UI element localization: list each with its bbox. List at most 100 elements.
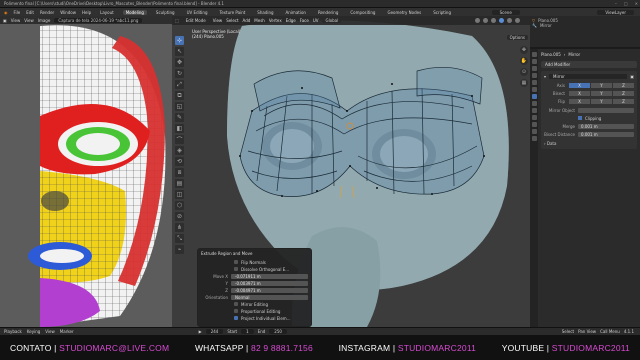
timeline-marker-menu[interactable]: Marker (60, 329, 74, 334)
orientation-selector[interactable]: Global (322, 18, 342, 23)
data-tab-icon[interactable] (531, 122, 537, 127)
menu-select[interactable]: Select (226, 18, 238, 23)
menu-edge[interactable]: Edge (286, 18, 296, 23)
image-menu-view[interactable]: View (11, 18, 21, 23)
scene-tab-icon[interactable] (531, 73, 537, 78)
merge-field[interactable]: 0.001 m (578, 123, 634, 129)
menu-help[interactable]: Help (82, 10, 91, 15)
current-frame-field[interactable]: 244 (205, 329, 224, 334)
dissolve-checkbox[interactable] (234, 267, 238, 271)
shrink-fatten-tool[interactable]: ⤡ (175, 234, 184, 243)
operator-panel[interactable]: Extrude Region and Move Flip Normals Dis… (197, 248, 312, 327)
menu-edit[interactable]: Edit (26, 10, 34, 15)
constraints-tab-icon[interactable] (531, 115, 537, 120)
tab-shading[interactable]: Shading (254, 10, 276, 15)
tab-geometry-nodes[interactable]: Geometry Nodes (384, 10, 424, 15)
rotate-tool[interactable]: ↻ (175, 69, 184, 78)
ortho-toggle-icon[interactable]: ▦ (520, 79, 528, 87)
tab-rendering[interactable]: Rendering (315, 10, 341, 15)
cursor-tool[interactable]: ↖ (175, 47, 184, 56)
editor-type-icon[interactable]: ▣ (3, 18, 7, 23)
scene-selector[interactable]: Scene (491, 9, 520, 15)
orientation-dropdown[interactable]: Normal (231, 294, 308, 300)
menu-face[interactable]: Face (300, 18, 309, 23)
axis-x-toggle[interactable]: X (569, 83, 590, 88)
world-tab-icon[interactable] (531, 80, 537, 85)
pan-view-icon[interactable]: ✋ (520, 57, 528, 65)
material-shading-icon[interactable] (507, 18, 512, 23)
viewport-editor-icon[interactable]: ⬚ (175, 18, 179, 23)
bisect-x-toggle[interactable]: X (569, 91, 590, 96)
menu-render[interactable]: Render (40, 10, 54, 15)
data-subpanel[interactable]: › Data (544, 141, 634, 146)
smooth-tool[interactable]: ⊘ (175, 212, 184, 221)
move-y-field[interactable]: -0.003971 m (231, 280, 308, 286)
close-button[interactable]: ✕ (635, 1, 638, 6)
camera-view-icon[interactable]: ⊙ (520, 68, 528, 76)
edge-slide-tool[interactable]: ⋔ (175, 223, 184, 232)
menu-add[interactable]: Add (243, 18, 251, 23)
menu-window[interactable]: Window (60, 10, 76, 15)
clipping-checkbox[interactable] (578, 116, 582, 120)
options-button[interactable]: Options (506, 35, 528, 40)
3d-viewport[interactable]: ⬚ Edit Mode View Select Add Mesh Vertex … (172, 16, 530, 327)
image-name-field[interactable]: Captura de tela 2024-06-19 *abc11.png (54, 17, 143, 23)
inset-tool[interactable]: ◈ (175, 146, 184, 155)
poly-build-tool[interactable]: ◫ (175, 190, 184, 199)
minimize-button[interactable]: – (615, 1, 617, 6)
tab-texture-paint[interactable]: Texture Paint (216, 10, 248, 15)
bisect-z-toggle[interactable]: Z (613, 91, 634, 96)
camera-toggle-icon[interactable]: ▣ (630, 74, 634, 79)
tab-compositing[interactable]: Compositing (347, 10, 378, 15)
object-tab-icon[interactable] (531, 87, 537, 92)
texture-tab-icon[interactable] (531, 136, 537, 141)
wireframe-shading-icon[interactable] (491, 18, 496, 23)
image-menu-image[interactable]: Image (38, 18, 51, 23)
play-icon[interactable]: ▶ (199, 329, 202, 334)
extrude-tool[interactable]: ⌒ (175, 135, 184, 144)
flip-normals-checkbox[interactable] (234, 260, 238, 264)
project-individual-checkbox[interactable] (234, 316, 238, 320)
particles-tab-icon[interactable] (531, 101, 537, 106)
knife-tool[interactable]: ▤ (175, 179, 184, 188)
tab-layout[interactable]: Layout (97, 10, 117, 15)
maximize-button[interactable]: □ (624, 1, 628, 6)
move-x-field[interactable]: -0.071911 m (231, 273, 308, 279)
flip-z-toggle[interactable]: Z (613, 99, 634, 104)
tool-tab-icon[interactable] (531, 52, 537, 57)
scale-tool[interactable]: ⤢ (175, 80, 184, 89)
bisect-distance-field[interactable]: 0.001 m (578, 131, 634, 137)
menu-mesh[interactable]: Mesh (254, 18, 265, 23)
tab-animation[interactable]: Animation (283, 10, 309, 15)
overlay-icon[interactable] (475, 18, 480, 23)
mirror-object-field[interactable] (578, 107, 634, 113)
annotate-tool[interactable]: ◱ (175, 102, 184, 111)
proportional-checkbox[interactable] (234, 309, 238, 313)
flip-x-toggle[interactable]: X (569, 99, 590, 104)
outliner-row[interactable]: 🔧 Mirror (532, 23, 638, 28)
menu-uv[interactable]: UV (313, 18, 319, 23)
flip-y-toggle[interactable]: Y (591, 99, 612, 104)
measure-tool[interactable]: ✎ (175, 113, 184, 122)
collapse-chevron-icon[interactable]: ▾ (544, 74, 546, 79)
menu-view[interactable]: View (213, 18, 223, 23)
tab-uv-editing[interactable]: UV Editing (184, 10, 211, 15)
axis-y-toggle[interactable]: Y (591, 83, 612, 88)
output-tab-icon[interactable] (531, 66, 537, 71)
tab-scripting[interactable]: Scripting (430, 10, 454, 15)
tab-sculpting[interactable]: Sculpting (153, 10, 178, 15)
move-tool[interactable]: ✥ (175, 58, 184, 67)
spin-tool[interactable]: ⬡ (175, 201, 184, 210)
image-menu-view-2[interactable]: View (24, 18, 34, 23)
transform-tool[interactable]: ⧉ (175, 91, 184, 100)
menu-file[interactable]: File (14, 10, 21, 15)
add-modifier-button[interactable]: Add Modifier (541, 61, 637, 68)
outliner[interactable]: ▽ Plano.005 🔧 Mirror (530, 16, 640, 49)
axis-z-toggle[interactable]: Z (613, 83, 634, 88)
view-layer-selector[interactable]: ViewLayer (597, 9, 634, 15)
loop-cut-tool[interactable]: ⧈ (175, 168, 184, 177)
add-cube-tool[interactable]: ◧ (175, 124, 184, 133)
image-editor[interactable]: ▣ View View Image Captura de tela 2024-0… (0, 16, 172, 327)
xray-icon[interactable] (483, 18, 488, 23)
shear-tool[interactable]: ⌁ (175, 245, 184, 254)
